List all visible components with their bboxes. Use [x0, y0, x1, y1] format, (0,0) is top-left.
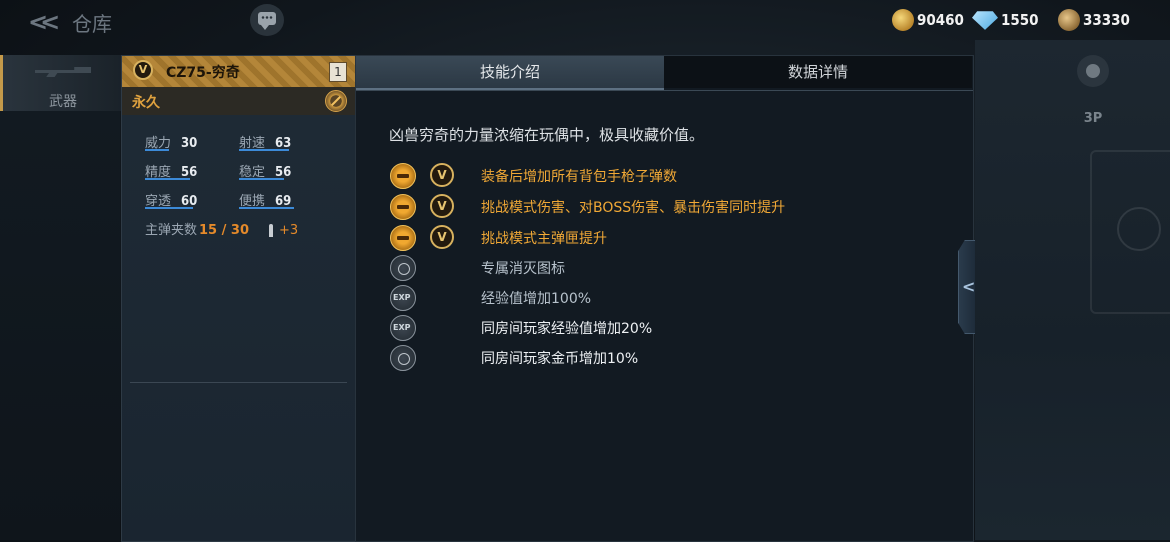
stat-stability-bar	[239, 178, 284, 180]
chevron-left-icon: <	[962, 277, 976, 296]
page-title: 仓库	[72, 12, 112, 36]
tab-data-details[interactable]: 数据详情	[664, 56, 972, 88]
magazine-bonus: +3	[279, 223, 299, 238]
skill-text: 挑战模式伤害、对BOSS伤害、暴击伤害同时提升	[481, 200, 786, 216]
diamond-currency: 1550	[972, 8, 1039, 32]
chat-button[interactable]	[250, 4, 284, 36]
bullet-icon	[269, 224, 273, 237]
magazine-target-icon	[390, 225, 416, 251]
stat-portability: 便携 69	[239, 190, 294, 210]
stat-penetration-bar	[145, 207, 193, 209]
tab-skills[interactable]: 技能介绍	[356, 56, 664, 90]
skill-text: 专属消灭图标	[481, 261, 565, 277]
divider	[130, 382, 347, 383]
weapon-description: 凶兽穷奇的力量浓缩在玩偶中，极具收藏价值。	[389, 126, 705, 144]
damage-boost-icon	[390, 194, 416, 220]
detail-panel: 技能介绍 数据详情 凶兽穷奇的力量浓缩在玩偶中，极具收藏价值。 V 装备后增加所…	[355, 55, 974, 542]
divider	[356, 90, 973, 91]
stat-power-bar	[145, 149, 169, 151]
skill-text: 装备后增加所有背包手枪子弹数	[481, 169, 677, 185]
weapon-count: 1	[329, 62, 347, 82]
rifle-icon	[35, 67, 91, 77]
gold-amount: 90460	[917, 11, 964, 29]
weapon-type-icon[interactable]	[325, 90, 347, 112]
top-bar: << 仓库 90460 1550 33330	[0, 0, 1170, 44]
stat-penetration: 穿透 60	[145, 194, 198, 209]
skill-item: 经验值增加100%	[389, 284, 949, 312]
room-exp-icon	[390, 315, 416, 341]
stat-fire-rate-bar	[239, 149, 289, 151]
stat-accuracy: 精度 56	[145, 165, 198, 180]
magazine-label: 主弹夹数	[145, 223, 198, 238]
vip-tier-icon: V	[430, 194, 454, 218]
skill-item: V 装备后增加所有背包手枪子弹数	[389, 162, 949, 190]
collapse-panel-button[interactable]: <	[958, 240, 975, 334]
vip-tier-icon: V	[133, 60, 153, 80]
view-3p-button[interactable]: 3P	[1070, 55, 1116, 129]
stat-power: 威力 30	[145, 136, 198, 151]
weapon-card: V CZ75-穷奇 1 永久 威力 30 射速 63 精度 56 稳定 56 穿透 60 …	[121, 55, 356, 542]
magazine-row: 主弹夹数 15 / 30 +3	[145, 219, 298, 238]
stat-portability-bar	[239, 207, 294, 209]
skill-text: 同房间玩家经验值增加20%	[481, 321, 653, 337]
diamond-amount: 1550	[1001, 11, 1039, 29]
background-left	[0, 110, 120, 540]
skill-item: V 挑战模式伤害、对BOSS伤害、暴击伤害同时提升	[389, 193, 949, 221]
chevron-double-left-icon[interactable]: <<	[28, 8, 60, 36]
view-3p-label: 3P	[1083, 111, 1103, 126]
weapon-name: CZ75-穷奇	[166, 65, 240, 81]
badge-currency: 33330	[1058, 8, 1130, 32]
skill-item: 同房间玩家经验值增加20%	[389, 314, 949, 342]
weapon-header: V CZ75-穷奇 1	[122, 56, 355, 87]
nav-weapons-label: 武器	[49, 94, 77, 110]
pistol-icon	[390, 163, 416, 189]
gold-coin-icon	[892, 9, 914, 31]
stat-fire-rate: 射速 63	[239, 136, 292, 151]
skill-item: 同房间玩家金币增加10%	[389, 344, 949, 372]
exp-plus-icon	[390, 285, 416, 311]
gold-currency: 90460	[892, 8, 964, 32]
stat-stability: 稳定 56	[239, 165, 292, 180]
magazine-value: 15 / 30	[199, 223, 249, 238]
skill-text: 挑战模式主弹匣提升	[481, 231, 607, 247]
nav-weapons[interactable]: 武器	[0, 55, 123, 111]
skill-item: 专属消灭图标	[389, 254, 949, 282]
vip-tier-icon: V	[430, 225, 454, 249]
skill-text: 经验值增加100%	[481, 291, 592, 307]
duration-row: 永久	[122, 87, 355, 115]
diamond-icon	[972, 11, 998, 30]
kill-icon	[390, 255, 416, 281]
background-target	[1090, 150, 1170, 314]
badge-amount: 33330	[1083, 11, 1130, 29]
vip-tier-icon: V	[430, 163, 454, 187]
badge-coin-icon	[1058, 9, 1080, 31]
skill-text: 同房间玩家金币增加10%	[481, 351, 639, 367]
view-icon	[1077, 55, 1109, 87]
stat-accuracy-bar	[145, 178, 190, 180]
room-coin-icon	[390, 345, 416, 371]
skill-item: V 挑战模式主弹匣提升	[389, 224, 949, 252]
weapon-duration: 永久	[132, 95, 160, 111]
